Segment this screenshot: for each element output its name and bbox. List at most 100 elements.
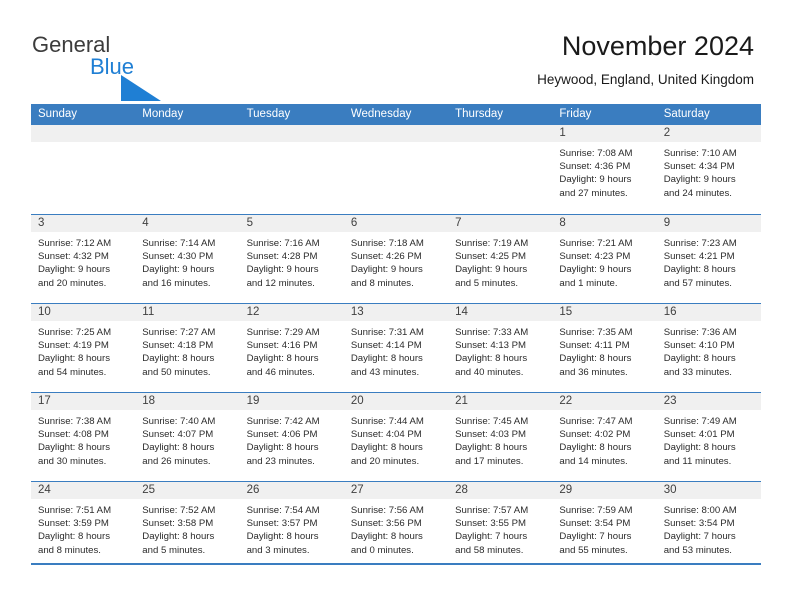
weekday-header-wednesday: Wednesday (350, 108, 412, 120)
page-header: General Blue November 2024 Heywood, Engl… (0, 0, 792, 101)
calendar-day-cell[interactable]: 13 Sunrise: 7:31 AM Sunset: 4:14 PM Dayligh… (343, 304, 449, 392)
day-number: 12 (239, 304, 344, 321)
day-detail-line: Sunrise: 7:52 AM (142, 505, 216, 516)
calendar-empty-cell (239, 125, 344, 214)
calendar-day-cell[interactable]: 8 Sunrise: 7:21 AM Sunset: 4:23 PM Daylight… (552, 215, 657, 303)
day-detail-line: Sunset: 4:36 PM (559, 161, 631, 173)
day-details: Sunrise: 7:25 AM Sunset: 4:19 PM Daylight:… (31, 321, 135, 379)
calendar-day-cell[interactable]: 15 Sunrise: 7:35 AM Sunset: 4:11 PM Dayligh… (552, 304, 657, 392)
calendar-day-cell[interactable]: 29 Sunrise: 7:59 AM Sunset: 3:54 PM Dayligh… (552, 482, 657, 570)
weekday-header-monday: Monday (142, 108, 184, 120)
day-detail-line: Sunset: 4:01 PM (663, 429, 735, 441)
location-subtitle: Heywood, England, United Kingdom (537, 72, 754, 87)
day-number: 13 (343, 304, 449, 321)
calendar-day-cell[interactable]: 21 Sunrise: 7:45 AM Sunset: 4:03 PM Dayligh… (448, 393, 553, 481)
day-detail-line: Daylight: 9 hours (38, 264, 110, 276)
day-detail-line: Sunrise: 7:35 AM (559, 327, 633, 338)
day-detail-line: Daylight: 8 hours (142, 531, 215, 543)
calendar-day-cell[interactable]: 24 Sunrise: 7:51 AM Sunset: 3:59 PM Dayligh… (31, 482, 136, 570)
weekday-header-friday: Friday (559, 108, 592, 120)
calendar-day-cell[interactable]: 6 Sunrise: 7:18 AM Sunset: 4:26 PM Daylight… (343, 215, 449, 303)
calendar-week-row: 17 Sunrise: 7:38 AM Sunset: 4:08 PM Dayligh… (31, 392, 761, 481)
calendar-empty-cell (448, 125, 553, 214)
day-detail-line: Sunset: 4:32 PM (38, 251, 109, 263)
day-details: Sunrise: 7:44 AM Sunset: 4:04 PM Daylight:… (344, 410, 448, 468)
day-detail-line: Sunrise: 7:08 AM (559, 148, 633, 159)
calendar-day-cell[interactable]: 18 Sunrise: 7:40 AM Sunset: 4:07 PM Dayligh… (135, 393, 240, 481)
calendar-day-cell[interactable]: 23 Sunrise: 7:49 AM Sunset: 4:01 PM Dayligh… (656, 393, 761, 481)
day-detail-line: and 58 minutes. (455, 544, 524, 556)
calendar-day-cell[interactable]: 17 Sunrise: 7:38 AM Sunset: 4:08 PM Dayligh… (31, 393, 136, 481)
day-detail-line: and 8 minutes. (350, 277, 414, 289)
calendar-day-cell[interactable]: 14 Sunrise: 7:33 AM Sunset: 4:13 PM Dayligh… (448, 304, 553, 392)
calendar-day-cell[interactable]: 16 Sunrise: 7:36 AM Sunset: 4:10 PM Dayligh… (656, 304, 761, 392)
calendar-day-cell[interactable]: 12 Sunrise: 7:29 AM Sunset: 4:16 PM Dayligh… (239, 304, 344, 392)
day-detail-line: and 3 minutes. (246, 544, 310, 556)
day-detail-line: Daylight: 9 hours (559, 174, 632, 186)
day-detail-line: and 12 minutes. (246, 277, 315, 289)
day-detail-line: Daylight: 8 hours (246, 442, 319, 454)
day-number: 1 (552, 125, 657, 142)
calendar-page: General Blue November 2024 Heywood, Engl… (0, 0, 792, 612)
calendar-day-cell[interactable]: 9 Sunrise: 7:23 AM Sunset: 4:21 PM Daylight… (656, 215, 761, 303)
day-details: Sunrise: 8:00 AM Sunset: 3:54 PM Daylight:… (657, 499, 761, 557)
weekday-header-tuesday: Tuesday (246, 108, 291, 120)
day-detail-line: Sunset: 4:18 PM (142, 340, 214, 352)
calendar-day-cell[interactable]: 10 Sunrise: 7:25 AM Sunset: 4:19 PM Dayligh… (31, 304, 136, 392)
day-detail-line: Sunset: 4:28 PM (246, 251, 318, 263)
day-detail-line: and 57 minutes. (663, 277, 732, 289)
day-detail-line: Sunrise: 7:56 AM (350, 505, 424, 516)
calendar-day-cell[interactable]: 30 Sunrise: 8:00 AM Sunset: 3:54 PM Dayligh… (656, 482, 761, 570)
day-details (448, 142, 552, 147)
calendar-day-cell[interactable]: 5 Sunrise: 7:16 AM Sunset: 4:28 PM Daylight… (239, 215, 344, 303)
day-detail-line: Sunrise: 7:59 AM (559, 505, 633, 516)
day-detail-line: Daylight: 9 hours (663, 174, 736, 186)
weekday-header-thursday: Thursday (455, 108, 504, 120)
calendar-day-cell[interactable]: 20 Sunrise: 7:44 AM Sunset: 4:04 PM Dayligh… (343, 393, 449, 481)
day-detail-line: Sunrise: 7:38 AM (38, 416, 112, 427)
day-details: Sunrise: 7:38 AM Sunset: 4:08 PM Daylight:… (31, 410, 135, 468)
day-detail-line: Daylight: 8 hours (559, 442, 632, 454)
calendar-day-cell[interactable]: 7 Sunrise: 7:19 AM Sunset: 4:25 PM Daylight… (448, 215, 553, 303)
day-detail-line: Sunset: 3:58 PM (142, 518, 214, 530)
calendar-day-cell[interactable]: 28 Sunrise: 7:57 AM Sunset: 3:55 PM Dayligh… (448, 482, 553, 570)
day-number: 10 (31, 304, 136, 321)
calendar-day-cell[interactable]: 22 Sunrise: 7:47 AM Sunset: 4:02 PM Dayligh… (552, 393, 657, 481)
day-number: 5 (239, 215, 344, 232)
day-detail-line: Daylight: 8 hours (142, 353, 215, 365)
day-detail-line: Sunset: 4:04 PM (350, 429, 422, 441)
day-number: 15 (552, 304, 657, 321)
brand-logo[interactable]: General Blue (32, 33, 202, 101)
day-details (344, 142, 448, 147)
day-number: 17 (31, 393, 136, 410)
calendar-day-cell[interactable]: 4 Sunrise: 7:14 AM Sunset: 4:30 PM Daylight… (135, 215, 240, 303)
day-detail-line: Sunrise: 7:36 AM (663, 327, 737, 338)
day-detail-line: Daylight: 9 hours (142, 264, 215, 276)
day-detail-line: and 20 minutes. (350, 455, 420, 467)
day-detail-line: Sunset: 4:14 PM (350, 340, 422, 352)
calendar-empty-cell (135, 125, 240, 214)
day-details (135, 142, 239, 147)
day-detail-line: Daylight: 8 hours (455, 442, 528, 454)
calendar-day-cell[interactable]: 26 Sunrise: 7:54 AM Sunset: 3:57 PM Dayligh… (239, 482, 344, 570)
day-detail-line: Sunrise: 7:54 AM (246, 505, 320, 516)
day-detail-line: Sunset: 4:13 PM (455, 340, 527, 352)
day-detail-line: Sunrise: 7:19 AM (455, 238, 529, 249)
calendar-day-cell[interactable]: 1 Sunrise: 7:08 AM Sunset: 4:36 PM Daylight… (552, 125, 657, 214)
day-details: Sunrise: 7:29 AM Sunset: 4:16 PM Daylight:… (240, 321, 344, 379)
calendar-day-cell[interactable]: 3 Sunrise: 7:12 AM Sunset: 4:32 PM Daylight… (31, 215, 136, 303)
calendar-day-cell[interactable]: 25 Sunrise: 7:52 AM Sunset: 3:58 PM Dayligh… (135, 482, 240, 570)
day-details (31, 142, 135, 147)
day-detail-line: Daylight: 7 hours (663, 531, 736, 543)
day-detail-line: Sunrise: 7:33 AM (455, 327, 529, 338)
day-details: Sunrise: 7:31 AM Sunset: 4:14 PM Daylight:… (344, 321, 448, 379)
calendar-day-cell[interactable]: 2 Sunrise: 7:10 AM Sunset: 4:34 PM Daylight… (656, 125, 761, 214)
calendar-day-cell[interactable]: 19 Sunrise: 7:42 AM Sunset: 4:06 PM Dayligh… (239, 393, 344, 481)
day-number (239, 125, 344, 142)
day-number: 11 (135, 304, 240, 321)
day-details: Sunrise: 7:35 AM Sunset: 4:11 PM Daylight:… (552, 321, 656, 379)
day-detail-line: Sunset: 4:21 PM (663, 251, 735, 263)
calendar-day-cell[interactable]: 27 Sunrise: 7:56 AM Sunset: 3:56 PM Dayligh… (343, 482, 449, 570)
day-detail-line: Sunset: 3:57 PM (246, 518, 318, 530)
calendar-day-cell[interactable]: 11 Sunrise: 7:27 AM Sunset: 4:18 PM Dayligh… (135, 304, 240, 392)
